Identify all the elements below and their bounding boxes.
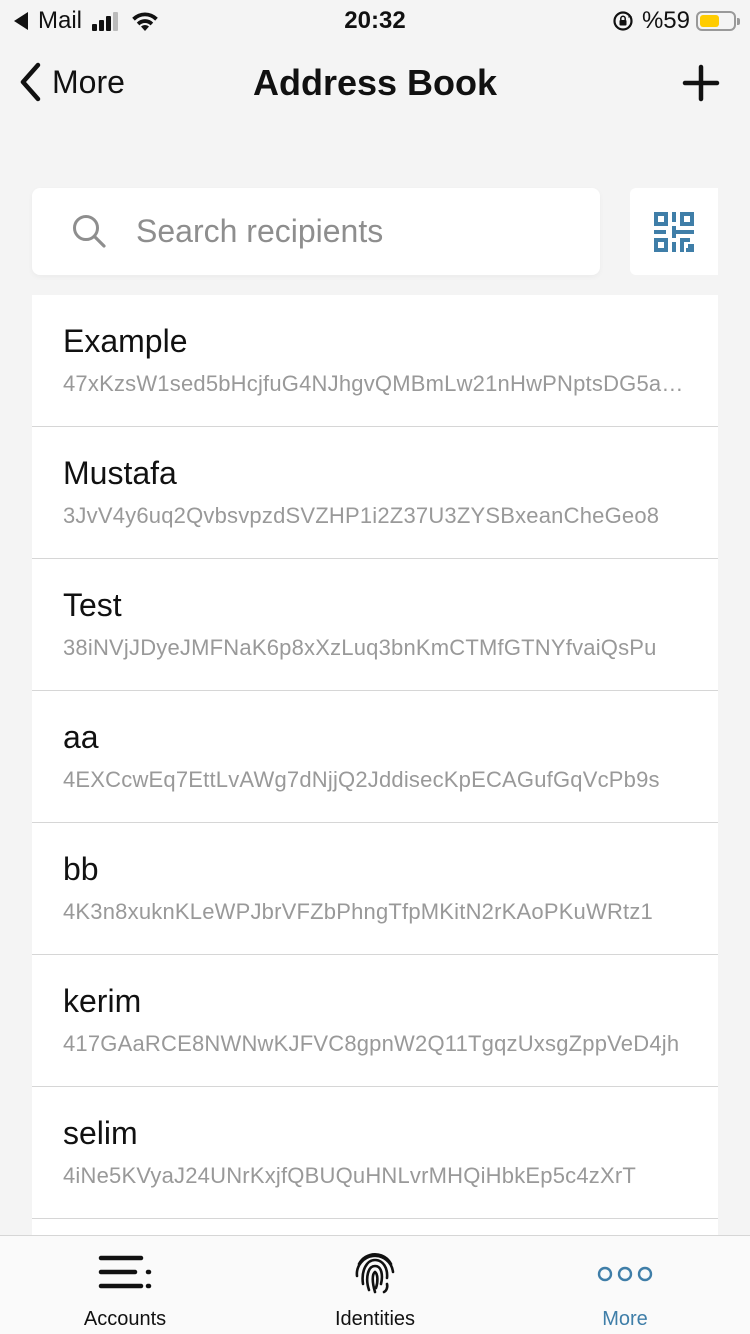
status-bar: Mail 20:32 %59 [0,0,750,40]
recipient-row[interactable]: Mustafa 3JvV4y6uq2QvbsvpzdSVZHP1i2Z37U3ZY… [32,427,718,559]
tab-accounts[interactable]: Accounts [0,1236,250,1334]
address-book-screen: Mail 20:32 %59 More Address Book Search … [0,0,750,1334]
recipient-name: Test [63,587,122,623]
search-input[interactable] [136,208,576,254]
qr-code-icon [654,211,694,252]
tab-accounts-label: Accounts [83,1308,167,1330]
recipient-address: 38iNVjJDyeJMFNaK6p8xXzLuq3bnKmCTMfGTNYfv… [63,635,657,660]
accounts-list-icon [98,1255,152,1289]
recipient-name: aa [63,719,99,755]
recipient-row[interactable]: kerim 417GAaRCE8NWNwKJFVC8gpnW2Q11TgqzUxs… [32,955,718,1087]
status-bar-right: %59 [612,7,740,35]
tab-identities[interactable]: Identities [250,1236,500,1334]
recipient-name: kerim [63,983,142,1019]
qr-scan-button[interactable] [630,188,718,275]
battery-fill [700,15,719,27]
search-icon [73,215,106,248]
navigation-bar: More Address Book [0,48,750,120]
fingerprint-icon [355,1252,395,1294]
recipient-name: Example [63,323,188,359]
recipient-name: selim [63,1115,138,1151]
recipient-address: 47xKzsW1sed5bHcjfuG4NJhgvQMBmLw21nHwPNpt… [63,371,687,396]
page-title: Address Book [252,62,498,103]
recipient-row[interactable]: Test 38iNVjJDyeJMFNaK6p8xXzLuq3bnKmCTMfGT… [32,559,718,691]
recipient-row[interactable]: Example 47xKzsW1sed5bHcjfuG4NJhgvQMBmLw21… [32,295,718,427]
recipient-address: 417GAaRCE8NWNwKJFVC8gpnW2Q11TgqzUxsgZppV… [63,1031,680,1056]
recipient-address: 4K3n8xuknKLeWPJbrVFZbPhngTfpMKitN2rKAoPK… [63,899,653,924]
battery-percentage: %59 [641,7,690,34]
battery-nub [737,18,740,25]
tab-more-label: More [602,1308,648,1330]
recipient-name: bb [63,851,99,887]
recipient-row[interactable]: selim 4iNe5KVyaJ24UNrKxjfQBUQuHNLvrMHQiHb… [32,1087,718,1219]
recipient-row[interactable]: bb 4K3n8xuknKLeWPJbrVFZbPhngTfpMKitN2rKAo… [32,823,718,955]
more-dots-icon [597,1266,653,1282]
rotation-lock-icon [613,11,633,31]
recipient-address: 4iNe5KVyaJ24UNrKxjfQBUQuHNLvrMHQiHbkEp5c… [63,1163,637,1188]
tab-more[interactable]: More [500,1236,750,1334]
recipient-address: 4EXCcwEq7EttLvAWg7dNjjQ2JddisecKpECAGufG… [63,767,660,792]
tab-identities-label: Identities [334,1308,416,1330]
recipient-name: Mustafa [63,455,177,491]
search-box[interactable] [32,188,600,275]
plus-icon[interactable] [682,64,720,102]
recipient-list: Example 47xKzsW1sed5bHcjfuG4NJhgvQMBmLw21… [32,295,718,1240]
battery-icon [696,11,740,31]
tab-bar: Accounts Identities More [0,1235,750,1334]
recipient-row[interactable]: aa 4EXCcwEq7EttLvAWg7dNjjQ2JddisecKpECAGu… [32,691,718,823]
recipient-address: 3JvV4y6uq2QvbsvpzdSVZHP1i2Z37U3ZYSBxeanC… [63,503,660,528]
